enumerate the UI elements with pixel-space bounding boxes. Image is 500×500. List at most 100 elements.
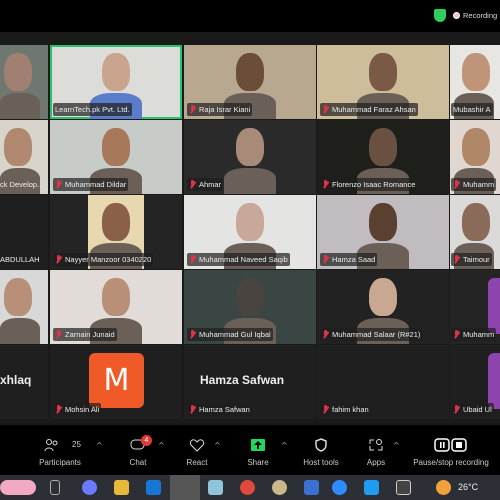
chat-badge: 4 [141,435,152,446]
paint-icon[interactable] [272,480,287,495]
widget-cupcake-icon[interactable] [0,480,36,495]
participant-tile[interactable]: Muhammad Gul Iqbal [184,270,316,344]
participant-tile[interactable]: Muhammad Naveed Saqib [184,195,316,269]
participant-display-name: Hamza Safwan [200,373,285,387]
apps-icon [369,439,383,451]
participant-face [236,203,264,241]
participant-display-name: xhlaq [0,373,32,387]
participant-face [102,53,130,91]
participants-button[interactable]: 25 Participants [30,432,90,475]
weather-icon[interactable] [436,480,451,495]
participant-tile[interactable]: Muhammad Salaar (R#21) [317,270,449,344]
participant-name: Nayyer Manzoor 0340220 [65,255,152,264]
participant-face [369,128,397,166]
app-icon[interactable] [208,480,223,495]
mic-muted-icon [189,255,196,264]
participant-tile[interactable]: Hamza Safwan Hamza Safwan [184,345,316,419]
participant-name: Zarnain Junaid [65,330,115,339]
participant-tile[interactable]: Raja Israr Kiani [184,45,316,119]
share-caret-icon[interactable]: ^ [281,441,288,450]
participant-name-label: LearnTech.pk Pvt. Ltd. [53,103,132,116]
participant-name-label: Nayyer Manzoor 0340220 [53,253,154,266]
react-button[interactable]: React [180,432,214,475]
participant-name: fahim khan [332,405,369,414]
mic-muted-icon [453,180,460,189]
participants-caret-icon[interactable]: ^ [96,441,103,450]
pause-stop-recording-label: Pause/stop recording [413,458,489,467]
participant-video [224,168,276,194]
participant-name: Muhamm [463,330,495,339]
participants-label: Participants [39,458,81,467]
pause-stop-icon [434,438,467,452]
outlook-icon[interactable] [146,480,161,495]
meeting-top-bar: Recording [0,0,500,32]
participant-tile[interactable]: Ahmar [184,120,316,194]
chat-button[interactable]: 4 Chat [120,432,156,475]
participant-face [4,278,32,316]
participant-tile[interactable]: Zarnain Junaid [50,270,182,344]
participant-tile[interactable]: Muhammad Dildar [50,120,182,194]
participant-tile[interactable] [0,45,48,119]
participant-tile[interactable]: Taimour [450,195,500,269]
meeting-toolbar: 25 Participants ^ 4 Chat ^ React ^ Share… [0,432,500,475]
network-icon[interactable] [304,480,319,495]
participant-name: Taimour [463,255,490,264]
participant-tile[interactable]: Mubashir A [450,45,500,119]
chat-label: Chat [129,458,147,467]
participant-name-label: Muhamm [451,178,497,191]
participant-name-label: Ubaid Ul [451,403,494,416]
participant-name-label: Mohsin Ali [53,403,102,416]
windows-taskbar: 26°C [0,475,500,500]
terminal-icon[interactable] [396,480,411,495]
participant-name-label: Mubashir A [451,103,493,116]
file-explorer-icon[interactable] [114,480,129,495]
participant-tile[interactable]: Hamza Saad [317,195,449,269]
shield-check-icon[interactable] [434,9,446,22]
zoom-icon[interactable] [332,480,347,495]
vscode-icon[interactable] [364,480,379,495]
participant-tile[interactable]: Nayyer Manzoor 0340220 [50,195,182,269]
participant-face [236,53,264,91]
react-caret-icon[interactable]: ^ [214,441,221,450]
participant-tile[interactable]: Muhammad Faraz Ahsan [317,45,449,119]
participant-name-label: Florenzo Isaac Romance [320,178,418,191]
participant-tile[interactable]: fahim khan [317,345,449,419]
participant-tile[interactable]: Florenzo Isaac Romance [317,120,449,194]
temperature[interactable]: 26°C [458,482,478,492]
participant-tile[interactable] [0,270,48,344]
participant-tile[interactable]: xhlaq [0,345,48,419]
participant-name-label: Muhamm [451,328,497,341]
host-tools-label: Host tools [303,458,339,467]
participant-face [369,203,397,241]
mic-muted-icon [453,330,460,339]
chrome-icon[interactable] [240,480,255,495]
participant-name: Ubaid Ul [463,405,492,414]
recording-indicator[interactable]: Recording [463,11,497,20]
participant-face [4,128,32,166]
apps-caret-icon[interactable]: ^ [393,441,400,450]
participant-tile[interactable]: Muhamm [450,120,500,194]
participant-name: LearnTech.pk Pvt. Ltd. [55,105,130,114]
participant-tile[interactable]: M Mohsin Ali [50,345,182,419]
task-view-icon[interactable] [50,480,60,495]
mic-muted-icon [55,255,62,264]
apps-label: Apps [366,458,386,467]
participant-name-label: Muhammad Faraz Ahsan [320,103,418,116]
participant-name-label: Hamza Safwan [187,403,252,416]
copilot-icon[interactable] [82,480,97,495]
active-app-icon[interactable] [170,475,200,500]
participant-name: Hamza Saad [332,255,376,264]
chat-caret-icon[interactable]: ^ [158,441,165,450]
share-button[interactable]: Share [240,432,276,475]
pause-stop-recording-button[interactable]: Pause/stop recording [408,432,494,475]
participant-tile[interactable]: ABDULLAH [0,195,48,269]
participant-tile[interactable]: ck Develop... [0,120,48,194]
host-tools-button[interactable]: Host tools [296,432,346,475]
participant-tile[interactable]: LearnTech.pk Pvt. Ltd. [50,45,182,119]
participant-name-label: Raja Israr Kiani [187,103,253,116]
apps-button[interactable]: Apps [360,432,392,475]
participant-video [0,93,40,119]
participant-tile[interactable]: Muhamm [450,270,500,344]
participant-tile[interactable]: Ubaid Ul [450,345,500,419]
shield-icon [315,438,327,452]
